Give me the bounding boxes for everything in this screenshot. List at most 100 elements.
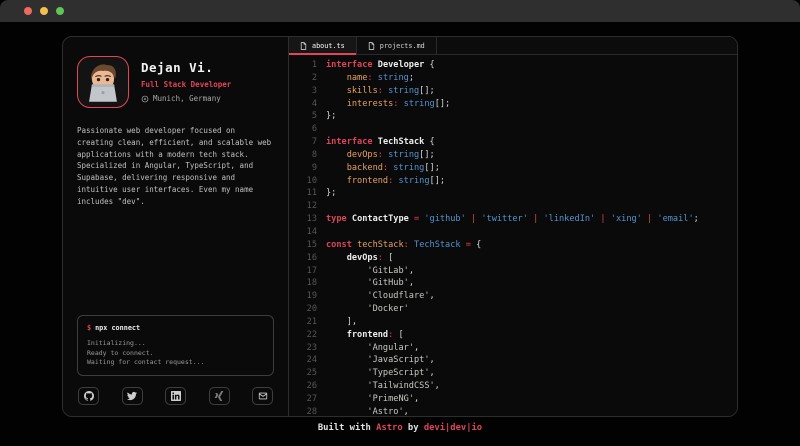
terminal-box: $ npx connect Initializing...Ready to con…	[77, 315, 274, 376]
line-number: 25	[297, 367, 317, 380]
code-line-content: ],	[326, 316, 357, 329]
code-line: 18 'GitHub',	[297, 277, 737, 290]
code-line-content: frontend: string[];	[326, 175, 445, 188]
traffic-light-maximize-button[interactable]	[56, 7, 64, 15]
editor-panel: about.ts projects.md 1 interface Developer…	[289, 37, 737, 416]
code-line: 20 'Docker'	[297, 303, 737, 316]
code-line-content: };	[326, 187, 336, 200]
terminal-command: npx connect	[95, 324, 140, 332]
profile-bio: Passionate web developer focused on crea…	[77, 125, 274, 207]
code-line: 3 skills: string[];	[297, 85, 737, 98]
code-line: 19 'Cloudflare',	[297, 290, 737, 303]
tab-label: projects.md	[380, 42, 425, 50]
editor-tab-bar: about.ts projects.md	[289, 37, 737, 55]
code-line: 12	[297, 200, 737, 213]
code-line-content: backend: string[];	[326, 162, 440, 175]
line-number: 17	[297, 265, 317, 278]
footer-text: Built with	[318, 423, 376, 433]
line-number: 19	[297, 290, 317, 303]
code-line-content: 'TailwindCSS',	[326, 380, 440, 393]
line-number: 2	[297, 72, 317, 85]
profile-header: Dejan Vi. Full Stack Developer Munich, G…	[77, 56, 274, 108]
code-line: 6	[297, 123, 737, 136]
code-line-content: frontend: [	[326, 329, 404, 342]
email-link-button[interactable]	[252, 387, 273, 405]
code-line: 17 'GitLab',	[297, 265, 737, 278]
line-number: 12	[297, 200, 317, 213]
linkedin-link-button[interactable]	[165, 387, 186, 405]
line-number: 5	[297, 110, 317, 123]
line-number: 1	[297, 59, 317, 72]
linkedin-icon	[171, 391, 181, 401]
line-number: 9	[297, 162, 317, 175]
traffic-light-minimize-button[interactable]	[40, 7, 48, 15]
terminal-output: Initializing...Ready to connect.Waiting …	[87, 339, 264, 368]
twitter-link-button[interactable]	[122, 387, 143, 405]
social-links-row	[77, 387, 274, 405]
github-icon	[84, 391, 94, 401]
code-line-content: 'Angular',	[326, 342, 419, 355]
code-line: 10 frontend: string[];	[297, 175, 737, 188]
code-line-content: };	[326, 110, 336, 123]
code-line: 14	[297, 226, 737, 239]
line-number: 27	[297, 393, 317, 406]
footer-credit: Built with Astro by devi|dev|io	[0, 423, 800, 433]
line-number: 23	[297, 342, 317, 355]
footer-text: by	[403, 423, 424, 433]
terminal-output-line: Waiting for contact request...	[87, 358, 264, 368]
code-line: 8 devOps: string[];	[297, 149, 737, 162]
tab-about-ts[interactable]: about.ts	[289, 37, 357, 54]
code-line: 25 'TypeScript',	[297, 367, 737, 380]
avatar-memoji	[78, 57, 128, 107]
profile-name: Dejan Vi.	[141, 60, 231, 75]
code-line: 15const techStack: TechStack = {	[297, 239, 737, 252]
code-line-content: interface TechStack {	[326, 136, 435, 149]
terminal-output-line: Ready to connect.	[87, 349, 264, 359]
line-number: 26	[297, 380, 317, 393]
code-line-content: 'Docker'	[326, 303, 409, 316]
line-number: 8	[297, 149, 317, 162]
line-number: 14	[297, 226, 317, 239]
footer-accent-text: devi|dev|io	[424, 423, 482, 433]
line-number: 22	[297, 329, 317, 342]
profile-role: Full Stack Developer	[141, 80, 231, 89]
code-line-content: 'PrimeNG',	[326, 393, 419, 406]
tab-projects-md[interactable]: projects.md	[357, 37, 437, 54]
terminal-command-line: $ npx connect	[87, 324, 264, 332]
line-number: 4	[297, 98, 317, 111]
location-text: Munich, Germany	[153, 94, 221, 103]
code-line: 7interface TechStack {	[297, 136, 737, 149]
code-line-content: type ContactType = 'github' | 'twitter' …	[326, 213, 699, 226]
line-number: 20	[297, 303, 317, 316]
xing-link-button[interactable]	[209, 387, 230, 405]
code-line-content: interests: string[];	[326, 98, 450, 111]
line-number: 16	[297, 252, 317, 265]
code-line: 9 backend: string[];	[297, 162, 737, 175]
terminal-prompt: $	[87, 324, 91, 332]
traffic-light-close-button[interactable]	[24, 7, 32, 15]
file-icon	[368, 42, 375, 50]
code-line: 28 'Astro',	[297, 406, 737, 416]
profile-location: Munich, Germany	[141, 94, 231, 103]
code-line: 16 devOps: [	[297, 252, 737, 265]
code-line-content: 'GitLab',	[326, 265, 414, 278]
code-line-content: 'Cloudflare',	[326, 290, 435, 303]
github-link-button[interactable]	[78, 387, 99, 405]
line-number: 11	[297, 187, 317, 200]
code-line: 2 name: string;	[297, 72, 737, 85]
code-line-content: devOps: [	[326, 252, 393, 265]
code-line-content: interface Developer {	[326, 59, 435, 72]
code-line-content: skills: string[];	[326, 85, 435, 98]
tab-label: about.ts	[312, 42, 345, 50]
window-titlebar	[0, 0, 800, 22]
footer-accent-text: Astro	[376, 423, 402, 433]
code-area[interactable]: 1 interface Developer {2 name: string;3 s…	[289, 55, 737, 416]
line-number: 3	[297, 85, 317, 98]
terminal-output-line: Initializing...	[87, 339, 264, 349]
line-number: 21	[297, 316, 317, 329]
code-line: 23 'Angular',	[297, 342, 737, 355]
code-line: 27 'PrimeNG',	[297, 393, 737, 406]
avatar	[77, 56, 129, 108]
line-number: 15	[297, 239, 317, 252]
spacer	[77, 207, 274, 315]
